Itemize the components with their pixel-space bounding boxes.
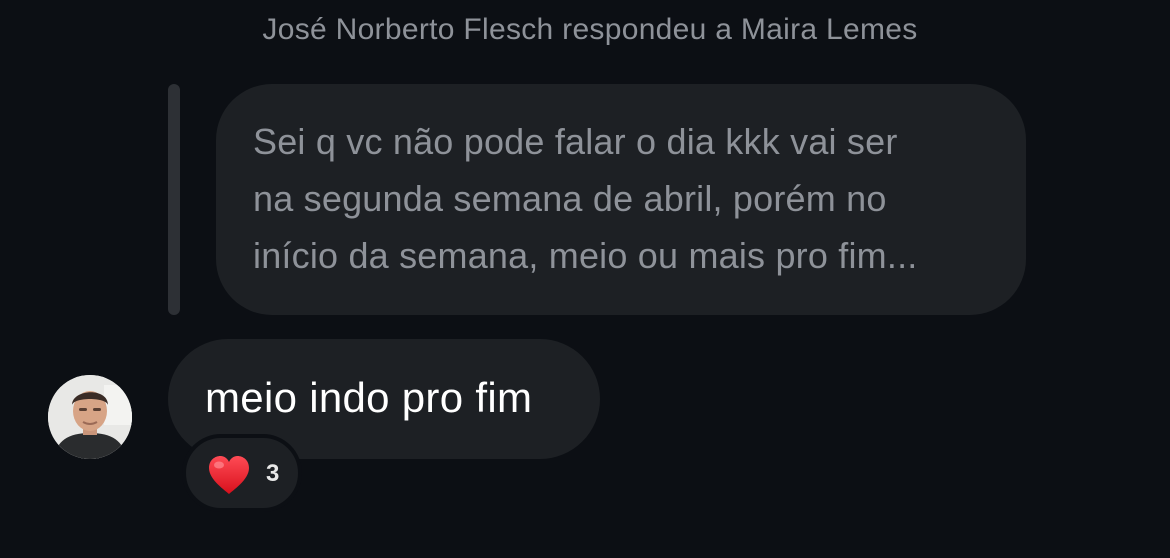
quoted-message-line: início da semana, meio ou mais pro fim..… [253, 235, 918, 276]
heart-icon [209, 456, 249, 494]
avatar-photo-icon [48, 375, 132, 459]
quoted-message-line: Sei q vc não pode falar o dia kkk vai se… [253, 121, 898, 162]
quote-bar [168, 84, 180, 315]
reaction-pill[interactable]: 3 [182, 434, 302, 512]
reaction-count: 3 [266, 460, 280, 487]
quoted-message-line: na segunda semana de abril, porém no [253, 178, 887, 219]
reply-header: José Norberto Flesch respondeu a Maira L… [262, 13, 918, 46]
quoted-message-bubble[interactable]: Sei q vc não pode falar o dia kkk vai se… [216, 84, 1026, 315]
avatar[interactable] [48, 375, 132, 459]
